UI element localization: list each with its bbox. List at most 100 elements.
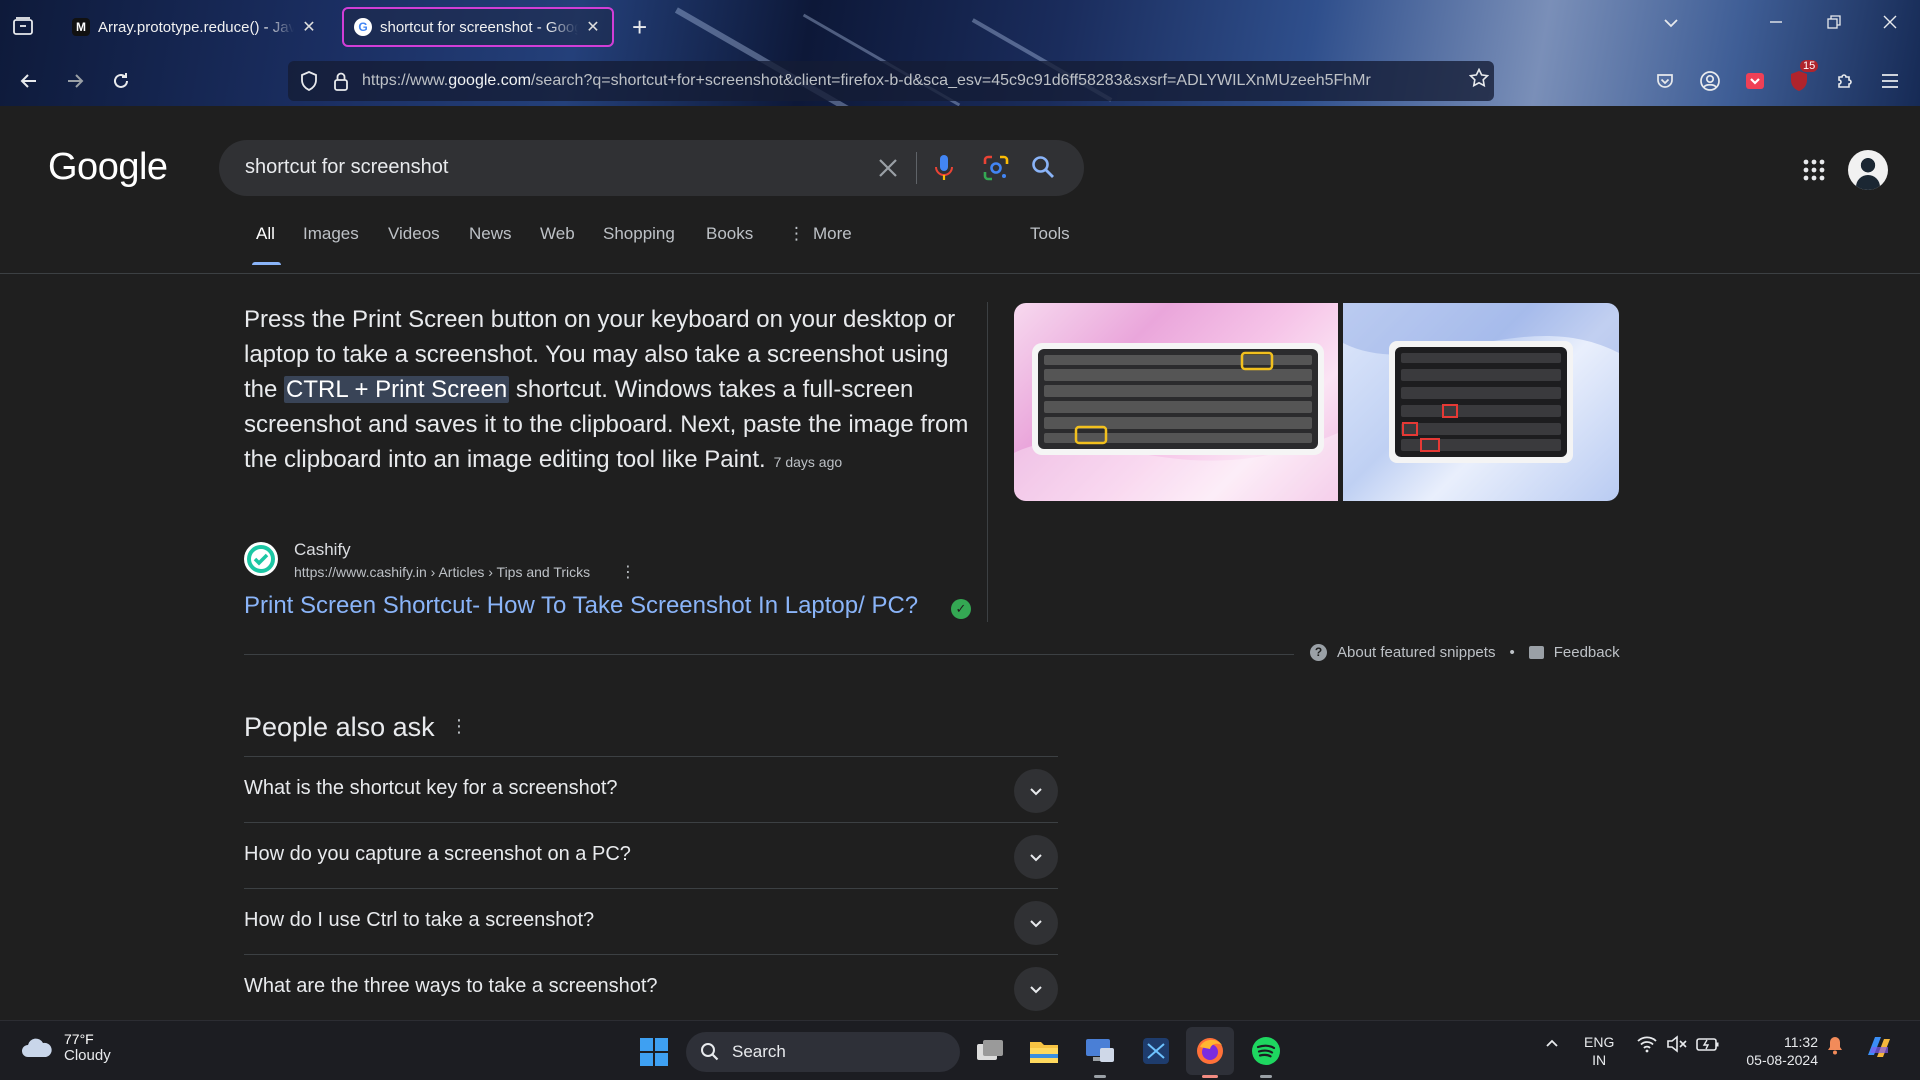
tab-title: Array.prototype.reduce() - JavaScript | … (98, 18, 294, 36)
close-tab-icon[interactable]: ✕ (300, 17, 318, 37)
tab-list-button[interactable] (12, 15, 38, 39)
google-apps-grid-icon[interactable] (1802, 158, 1826, 182)
paa-question-text: How do you capture a screenshot on a PC? (244, 843, 631, 865)
paa-question[interactable]: How do you capture a screenshot on a PC? (244, 822, 1058, 888)
snippet-date: 7 days ago (773, 454, 843, 470)
source-more-options-icon[interactable]: ⋮ (620, 562, 636, 582)
tab-web[interactable]: Web (540, 224, 575, 244)
notification-bell-icon[interactable] (1826, 1035, 1844, 1060)
expand-chevron-icon[interactable] (1014, 901, 1058, 945)
snipping-tool-icon[interactable] (1138, 1033, 1174, 1069)
lock-icon[interactable] (330, 70, 352, 92)
restore-button[interactable] (1826, 14, 1842, 35)
search-icon (701, 1043, 719, 1061)
search-box[interactable]: shortcut for screenshot (219, 140, 1084, 196)
region-code: IN (1592, 1052, 1607, 1068)
tracking-protection-shield-icon[interactable] (298, 70, 320, 92)
source-url[interactable]: https://www.cashify.in › Articles › Tips… (294, 564, 590, 580)
search-input[interactable]: shortcut for screenshot (245, 156, 448, 179)
cloud-icon (22, 1038, 52, 1057)
bookmark-star-icon[interactable] (1464, 67, 1494, 94)
tab-more[interactable]: ⋮ More (788, 224, 852, 244)
feedback-icon (1528, 646, 1544, 659)
clear-search-icon[interactable] (873, 153, 903, 183)
task-view-icon[interactable] (972, 1033, 1008, 1069)
back-button[interactable] (14, 66, 44, 96)
pocket-extension-icon[interactable] (1742, 68, 1768, 94)
weather-widget[interactable]: 77°F Cloudy (20, 1031, 111, 1064)
tab-books[interactable]: Books (706, 224, 753, 244)
weather-condition: Cloudy (64, 1047, 111, 1064)
running-indicator (1260, 1075, 1272, 1078)
menu-hamburger-icon[interactable] (1877, 68, 1903, 94)
weather-temp: 77°F (64, 1031, 94, 1047)
footer-separator-dot: • (1509, 644, 1515, 661)
account-avatar[interactable] (1848, 150, 1888, 190)
start-button[interactable] (640, 1038, 668, 1066)
tabs-divider (0, 273, 1920, 274)
tab-tools[interactable]: Tools (1030, 224, 1070, 244)
forward-button[interactable] (60, 66, 90, 96)
google-results-page: Google shortcut for screenshot All Image… (0, 106, 1920, 1020)
tab-images[interactable]: Images (303, 224, 359, 244)
url-text[interactable]: https://www.google.com/search?q=shortcut… (362, 72, 1464, 90)
minimize-button[interactable] (1768, 14, 1784, 35)
browser-tab-google[interactable]: G shortcut for screenshot - Google Searc… (342, 7, 614, 47)
voice-search-mic-icon[interactable] (933, 154, 955, 182)
spotify-icon[interactable] (1248, 1033, 1284, 1078)
wifi-icon[interactable] (1636, 1035, 1658, 1058)
google-logo[interactable]: Google (48, 146, 168, 189)
tab-more-label: More (813, 224, 852, 243)
copilot-icon[interactable] (1864, 1033, 1894, 1066)
new-tab-button[interactable]: + (632, 14, 647, 40)
paa-question[interactable]: What are the three ways to take a screen… (244, 954, 1058, 1020)
remote-desktop-icon[interactable] (1082, 1033, 1118, 1078)
navigation-bar: https://www.google.com/search?q=shortcut… (0, 58, 1920, 104)
pocket-icon[interactable] (1652, 68, 1678, 94)
snippet-image-keyboard-2[interactable] (1343, 303, 1619, 501)
taskbar-search[interactable]: Search (686, 1032, 960, 1072)
paa-question[interactable]: What is the shortcut key for a screensho… (244, 756, 1058, 822)
verified-check-icon: ✓ (951, 599, 971, 619)
cashify-logo-icon[interactable] (244, 542, 278, 576)
battery-charging-icon[interactable] (1696, 1035, 1720, 1058)
close-tab-icon[interactable]: ✕ (584, 17, 602, 37)
account-icon[interactable] (1697, 68, 1723, 94)
browser-tab-mdn[interactable]: M Array.prototype.reduce() - JavaScript … (62, 7, 328, 47)
close-window-button[interactable] (1882, 14, 1898, 35)
tab-overflow-chevron-icon[interactable] (1662, 14, 1680, 37)
tab-news[interactable]: News (469, 224, 512, 244)
snippet-divider (987, 302, 988, 622)
expand-chevron-icon[interactable] (1014, 967, 1058, 1011)
file-explorer-icon[interactable] (1026, 1033, 1062, 1069)
expand-chevron-icon[interactable] (1014, 835, 1058, 879)
ublock-extension-icon[interactable]: 15 (1786, 60, 1819, 94)
tab-shopping[interactable]: Shopping (603, 224, 675, 244)
firefox-taskbar-icon[interactable] (1186, 1027, 1234, 1078)
tab-all[interactable]: All (252, 224, 281, 265)
paa-question[interactable]: How do I use Ctrl to take a screenshot? (244, 888, 1058, 954)
clock[interactable]: 11:32 05-08-2024 (1734, 1033, 1818, 1069)
input-language[interactable]: ENG IN (1584, 1033, 1614, 1069)
tray-overflow-chevron-icon[interactable] (1544, 1035, 1560, 1056)
address-bar[interactable]: https://www.google.com/search?q=shortcut… (288, 61, 1494, 101)
google-lens-icon[interactable] (982, 154, 1010, 182)
feedback-link[interactable]: Feedback (1554, 644, 1620, 661)
extensions-puzzle-icon[interactable] (1832, 68, 1858, 94)
search-divider (916, 152, 917, 184)
expand-chevron-icon[interactable] (1014, 769, 1058, 813)
about-featured-snippets-link[interactable]: About featured snippets (1337, 644, 1495, 661)
reload-button[interactable] (106, 66, 136, 96)
snippet-highlight: CTRL + Print Screen (284, 376, 510, 403)
tab-videos[interactable]: Videos (388, 224, 440, 244)
source-name[interactable]: Cashify (294, 540, 351, 560)
people-also-ask-options-icon[interactable]: ⋮ (450, 716, 468, 737)
result-link[interactable]: Print Screen Shortcut- How To Take Scree… (244, 592, 918, 620)
search-submit-icon[interactable] (1030, 154, 1058, 182)
help-question-icon: ? (1310, 644, 1327, 661)
volume-muted-icon[interactable] (1666, 1035, 1688, 1058)
clock-date: 05-08-2024 (1746, 1052, 1818, 1068)
google-favicon-icon: G (354, 18, 372, 36)
back-arrow-icon (20, 74, 36, 88)
snippet-image-keyboard-1[interactable] (1014, 303, 1338, 501)
